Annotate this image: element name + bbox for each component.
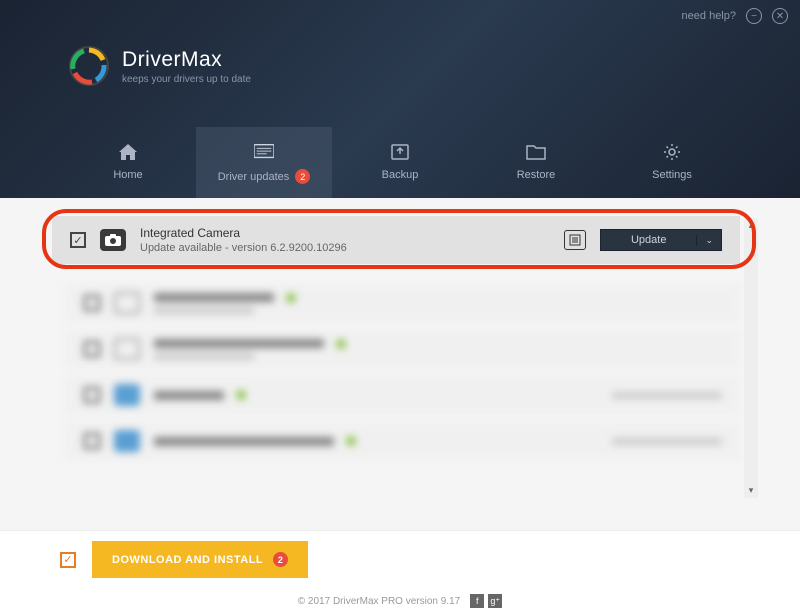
tab-restore[interactable]: Restore [468,127,604,198]
app-tagline: keeps your drivers up to date [122,74,251,85]
driver-row-highlighted[interactable]: ✓ Integrated Camera Update available - v… [52,216,740,264]
restore-icon [526,143,546,161]
close-button[interactable]: ✕ [772,8,788,24]
app-title: DriverMax [122,48,251,72]
monitor-icon [114,292,140,314]
driver-checkbox[interactable] [84,295,100,311]
update-button[interactable]: Update ⌄ [600,229,722,251]
driver-row-blurred [66,422,740,460]
app-logo-icon [68,45,110,87]
bottom-action-bar: ✓ DOWNLOAD AND INSTALL 2 [0,530,800,588]
scrollbar[interactable]: ▴ ▾ [744,218,758,498]
camera-icon [100,229,126,251]
driver-row-blurred [66,284,740,322]
main-tabs: Home Driver updates 2 Backup Restore [0,127,800,198]
driver-status: Update available - version 6.2.9200.1029… [140,242,550,254]
copyright: © 2017 DriverMax PRO version 9.17 [298,596,460,607]
tab-settings-label: Settings [652,169,692,181]
tab-backup-label: Backup [382,169,419,181]
updates-icon [254,143,274,161]
tab-backup[interactable]: Backup [332,127,468,198]
app-header: need help? − ✕ DriverMax keeps your driv… [0,0,800,198]
scroll-down-icon[interactable]: ▾ [744,485,758,496]
driver-row-blurred [66,330,740,368]
tab-restore-label: Restore [517,169,556,181]
google-plus-icon[interactable]: g⁺ [488,594,502,608]
update-button-label: Update [601,234,696,246]
chevron-down-icon[interactable]: ⌄ [696,235,721,246]
minimize-button[interactable]: − [746,8,762,24]
backup-icon [390,143,410,161]
driver-checkbox[interactable] [84,387,100,403]
footer: © 2017 DriverMax PRO version 9.17 f g⁺ [0,588,800,614]
device-icon [114,384,140,406]
window-controls: need help? − ✕ [682,8,788,24]
facebook-icon[interactable]: f [470,594,484,608]
settings-icon [662,143,682,161]
tab-home[interactable]: Home [60,127,196,198]
brand: DriverMax keeps your drivers up to date [68,45,251,87]
home-icon [118,143,138,161]
tab-driver-updates[interactable]: Driver updates 2 [196,127,332,198]
tab-home-label: Home [113,169,142,181]
tab-updates-label: Driver updates [218,171,290,183]
driver-name: Integrated Camera [140,226,550,240]
tab-settings[interactable]: Settings [604,127,740,198]
driver-row-blurred [66,376,740,414]
updates-badge: 2 [295,169,310,184]
scroll-up-icon[interactable]: ▴ [744,220,758,231]
driver-checkbox[interactable]: ✓ [70,232,86,248]
device-icon [114,430,140,452]
driver-checkbox[interactable] [84,433,100,449]
driver-list: ✓ Integrated Camera Update available - v… [0,198,800,530]
driver-checkbox[interactable] [84,341,100,357]
audio-icon [114,338,140,360]
details-icon[interactable] [564,230,586,250]
help-link[interactable]: need help? [682,10,736,22]
